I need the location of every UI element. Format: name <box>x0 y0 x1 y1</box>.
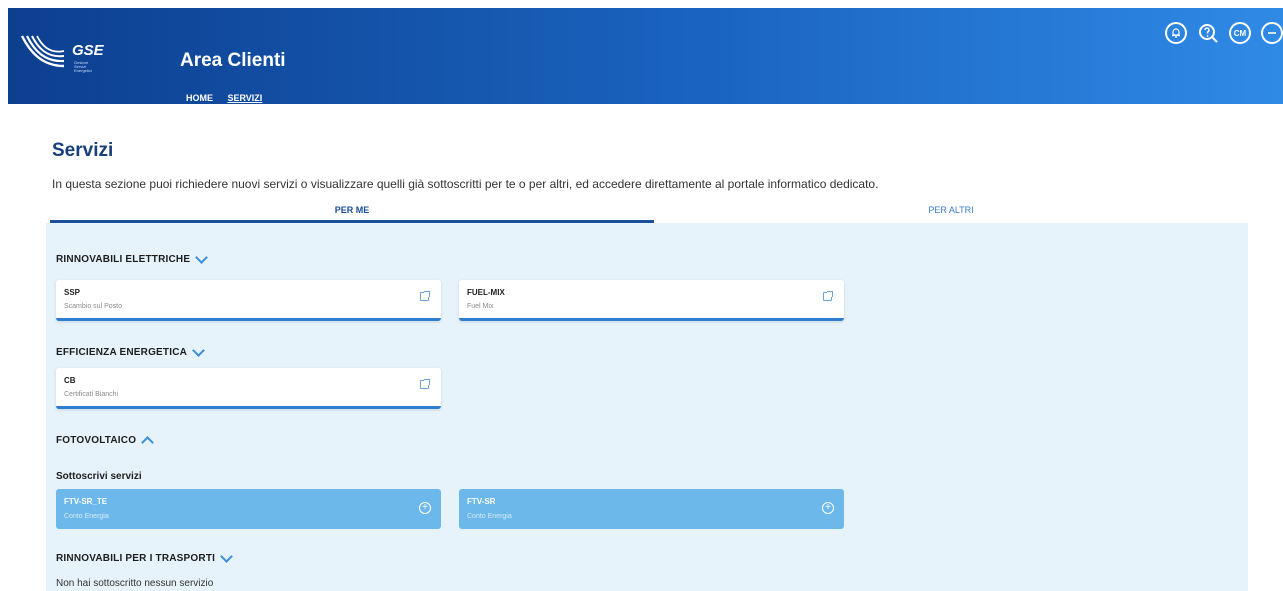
section-title: RINNOVABILI ELETTRICHE <box>56 254 191 265</box>
app-header: GSE Gestore Servizi Energetici Area Clie… <box>8 8 1283 104</box>
page-title: Servizi <box>52 140 114 161</box>
section-title: EFFICIENZA ENERGETICA <box>56 347 188 358</box>
add-circle-icon[interactable]: + <box>419 502 431 514</box>
nav-home[interactable]: HOME <box>186 93 213 103</box>
service-card-cb[interactable]: CB Certificati Bianchi <box>56 368 441 409</box>
services-panel: RINNOVABILI ELETTRICHE SSP Scambio sul P… <box>46 223 1248 591</box>
subscribe-card-ftv-sr-te[interactable]: FTV-SR_TE Conto Energia + <box>56 489 441 529</box>
chevron-down-icon <box>192 344 205 357</box>
header-icons: CM <box>1165 22 1283 44</box>
main-nav: HOME SERVIZI <box>186 88 272 106</box>
user-initials: CM <box>1233 28 1247 38</box>
service-code: FTV-SR_TE <box>64 497 108 506</box>
subscribe-title: Sottoscrivi servizi <box>56 471 142 482</box>
external-link-icon[interactable] <box>420 291 430 301</box>
chevron-down-icon <box>220 550 233 563</box>
section-rinnovabili-elettriche[interactable]: RINNOVABILI ELETTRICHE <box>56 251 209 265</box>
section-fotovoltaico[interactable]: FOTOVOLTAICO <box>56 434 155 449</box>
logout-icon[interactable] <box>1261 22 1283 44</box>
service-desc: Scambio sul Posto <box>64 303 122 310</box>
section-title: RINNOVABILI PER I TRASPORTI <box>56 553 216 564</box>
logo-subtext: Gestore Servizi Energetici <box>74 60 92 73</box>
service-desc: Certificati Bianchi <box>64 391 119 398</box>
app-title: Area Clienti <box>180 50 286 71</box>
gse-logo[interactable]: GSE Gestore Servizi Energetici <box>20 32 104 76</box>
tabs: PER ME PER ALTRI <box>50 199 1248 224</box>
gse-logo-icon <box>20 35 65 68</box>
service-code: FTV-SR <box>467 497 496 506</box>
subscribe-card-ftv-sr[interactable]: FTV-SR Conto Energia + <box>459 489 844 529</box>
service-code: CB <box>64 376 76 385</box>
tab-per-me[interactable]: PER ME <box>50 199 654 223</box>
help-icon[interactable] <box>1197 22 1219 44</box>
user-initials-icon[interactable]: CM <box>1229 22 1251 44</box>
external-link-icon[interactable] <box>823 291 833 301</box>
tab-per-altri[interactable]: PER ALTRI <box>654 199 1248 223</box>
service-code: SSP <box>64 288 81 297</box>
notifications-icon[interactable] <box>1165 22 1187 44</box>
top-strip <box>0 0 1283 8</box>
page-intro: In questa sezione puoi richiedere nuovi … <box>52 177 879 191</box>
nav-servizi[interactable]: SERVIZI <box>227 93 262 103</box>
empty-services-text: Non hai sottoscritto nessun servizio <box>56 578 214 589</box>
service-desc: Conto Energia <box>467 513 512 520</box>
service-desc: Fuel Mix <box>467 303 494 310</box>
service-card-ssp[interactable]: SSP Scambio sul Posto <box>56 280 441 321</box>
add-circle-icon[interactable]: + <box>822 502 834 514</box>
section-title: FOTOVOLTAICO <box>56 435 137 446</box>
external-link-icon[interactable] <box>420 379 430 389</box>
chevron-down-icon <box>195 251 209 264</box>
section-efficienza-energetica[interactable]: EFFICIENZA ENERGETICA <box>56 344 205 358</box>
service-card-fuel-mix[interactable]: FUEL-MIX Fuel Mix <box>459 280 844 321</box>
chevron-up-icon <box>141 436 155 449</box>
service-desc: Conto Energia <box>64 513 109 520</box>
logo-text: GSE <box>72 42 104 59</box>
section-rinnovabili-trasporti[interactable]: RINNOVABILI PER I TRASPORTI <box>56 550 233 564</box>
service-code: FUEL-MIX <box>467 288 505 297</box>
